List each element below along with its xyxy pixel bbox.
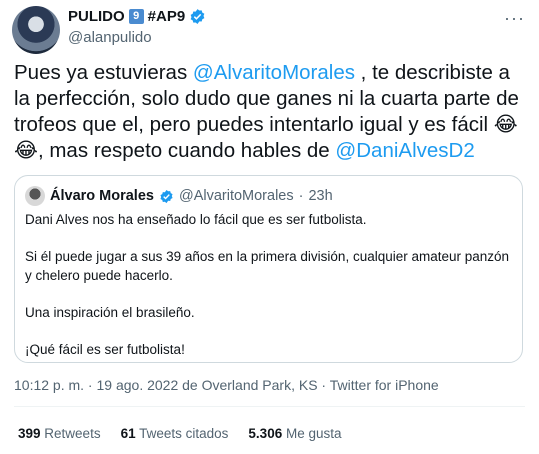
tweet-text-part-3: , mas respeto cuando hables de (37, 139, 336, 162)
author-handle[interactable]: @alanpulido (68, 29, 152, 46)
quoted-separator: · (298, 188, 304, 204)
quoted-timestamp: 23h (308, 188, 333, 204)
author-hashtag: #AP9 (147, 8, 186, 25)
retweets-stat[interactable]: 399 Retweets (18, 426, 101, 441)
quote-tweets-stat[interactable]: 61 Tweets citados (121, 426, 229, 441)
quoted-paragraph: Una inspiración el brasileño. (25, 304, 195, 320)
tweet-date-location[interactable]: 19 ago. 2022 de Overland Park, KS (97, 377, 318, 393)
quoted-tweet[interactable]: Álvaro Morales @AlvaritoMorales · 23h Da… (14, 175, 523, 363)
more-options-icon[interactable]: ··· (504, 8, 525, 29)
quoted-author-handle: @AlvaritoMorales (178, 188, 294, 204)
verified-badge-icon (190, 9, 205, 24)
divider (14, 406, 525, 407)
likes-count: 5.306 (248, 426, 283, 441)
quote-tweets-count: 61 (120, 426, 136, 441)
tweet-text-part-1: Pues ya estuvieras (14, 61, 193, 84)
likes-stat[interactable]: 5.306 Me gusta (248, 426, 341, 441)
quoted-author-name: Álvaro Morales (50, 188, 154, 204)
quoted-tweet-text: Dani Alves nos ha enseñado lo fácil que … (25, 211, 515, 359)
tweet-metadata: 10:12 p. m. · 19 ago. 2022 de Overland P… (14, 377, 439, 393)
quoted-author-avatar (25, 186, 45, 206)
likes-label: Me gusta (285, 426, 342, 441)
retweets-label: Retweets (44, 426, 101, 441)
author-avatar[interactable] (12, 6, 60, 54)
number-badge: 9 (128, 9, 144, 24)
quoted-paragraph: Si él puede jugar a sus 39 años en la pr… (25, 249, 510, 283)
verified-badge-icon (160, 189, 173, 203)
author-name: PULIDO (68, 8, 125, 25)
quoted-paragraph: Dani Alves nos ha enseñado lo fácil que … (25, 212, 367, 227)
retweets-count: 399 (18, 426, 41, 441)
tweet-time[interactable]: 10:12 p. m. (14, 377, 84, 393)
quoted-paragraph: ¡Qué fácil es ser futbolista! (25, 341, 185, 357)
mention-link-danialves[interactable]: @DaniAlvesD2 (335, 139, 474, 162)
engagement-stats: 399 Retweets 61 Tweets citados 5.306 Me … (18, 426, 342, 441)
tweet-text: Pues ya estuvieras @AlvaritoMorales , te… (14, 60, 529, 164)
author-display-name[interactable]: PULIDO 9 #AP9 (68, 8, 206, 25)
quote-tweets-label: Tweets citados (139, 426, 229, 441)
tweet-source: Twitter for iPhone (329, 377, 439, 393)
quoted-tweet-header: Álvaro Morales @AlvaritoMorales · 23h (25, 186, 333, 206)
mention-link-alvaritomorales[interactable]: @AlvaritoMorales (193, 61, 355, 84)
